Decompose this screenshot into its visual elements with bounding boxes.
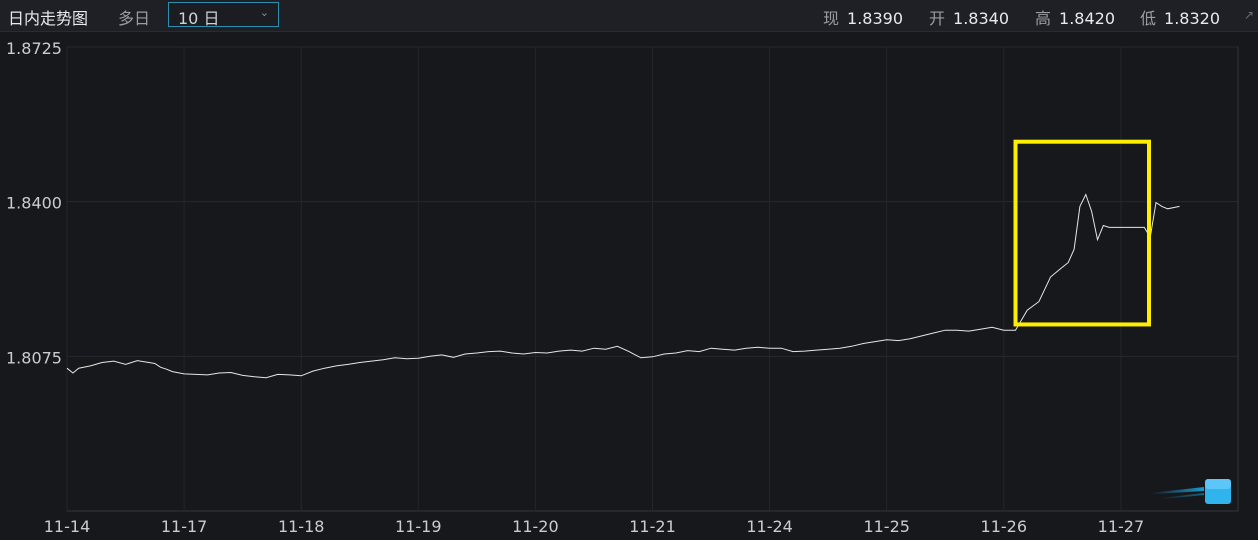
tab-multi-day[interactable]: 多日 [118, 5, 150, 29]
quote-low-label: 低 [1140, 9, 1157, 28]
x-tick-label: 11-19 [395, 517, 442, 536]
quote-low-value: 1.8320 [1164, 9, 1220, 28]
quote-open-value: 1.8340 [953, 9, 1009, 28]
highlight [1013, 139, 1152, 327]
chart-header: 日内走势图 多日 10 日 ⌄ 现 1.8390 开 1.8340 高 1.8420 … [0, 0, 1258, 32]
y-axis: 1.8725 1.8400 1.8075 [6, 39, 62, 367]
x-tick-label: 11-21 [629, 517, 676, 536]
quote-open-label: 开 [929, 9, 946, 28]
chart-title: 日内走势图 [8, 9, 89, 28]
x-tick-label: 11-27 [1098, 517, 1145, 536]
quote-current: 现 1.8390 [823, 5, 903, 29]
highlight-box [1013, 139, 1152, 327]
brand-logo [1150, 479, 1231, 504]
y-tick-label: 1.8075 [6, 348, 62, 367]
x-tick-label: 11-14 [44, 517, 91, 536]
series [66, 193, 1180, 379]
x-tick-label: 11-25 [863, 517, 910, 536]
x-tick-label: 11-18 [278, 517, 325, 536]
quote-open: 开 1.8340 [929, 5, 1009, 29]
expand-icon[interactable]: ↗ [1244, 8, 1254, 22]
x-tick-label: 11-17 [161, 517, 208, 536]
day-range-select[interactable]: 10 日 ⌄ [168, 2, 279, 28]
x-tick-label: 11-24 [746, 517, 793, 536]
intraday-chart: 1.87251.84001.8075 11-14 11-17 11-18 11-19 1… [6, 39, 1239, 536]
quote-high-value: 1.8420 [1059, 9, 1115, 28]
y-tick-label: 1.8400 [6, 194, 62, 213]
quote-current-value: 1.8390 [847, 9, 903, 28]
x-tick-label: 11-20 [512, 517, 559, 536]
x-tick-label: 11-26 [981, 517, 1028, 536]
quote-current-label: 现 [823, 9, 840, 28]
price-line [66, 193, 1180, 379]
quote-low: 低 1.8320 [1140, 5, 1220, 29]
y-tick-label: 1.8725 [6, 39, 62, 58]
grid [66, 46, 1239, 512]
quote-high: 高 1.8420 [1035, 5, 1115, 29]
day-range-value: 10 日 [178, 9, 220, 28]
quote-high-label: 高 [1035, 9, 1052, 28]
x-axis: 11-14 11-17 11-18 11-19 11-20 11-21 11-24 11-25… [44, 517, 1144, 536]
chevron-down-icon: ⌄ [259, 6, 269, 19]
